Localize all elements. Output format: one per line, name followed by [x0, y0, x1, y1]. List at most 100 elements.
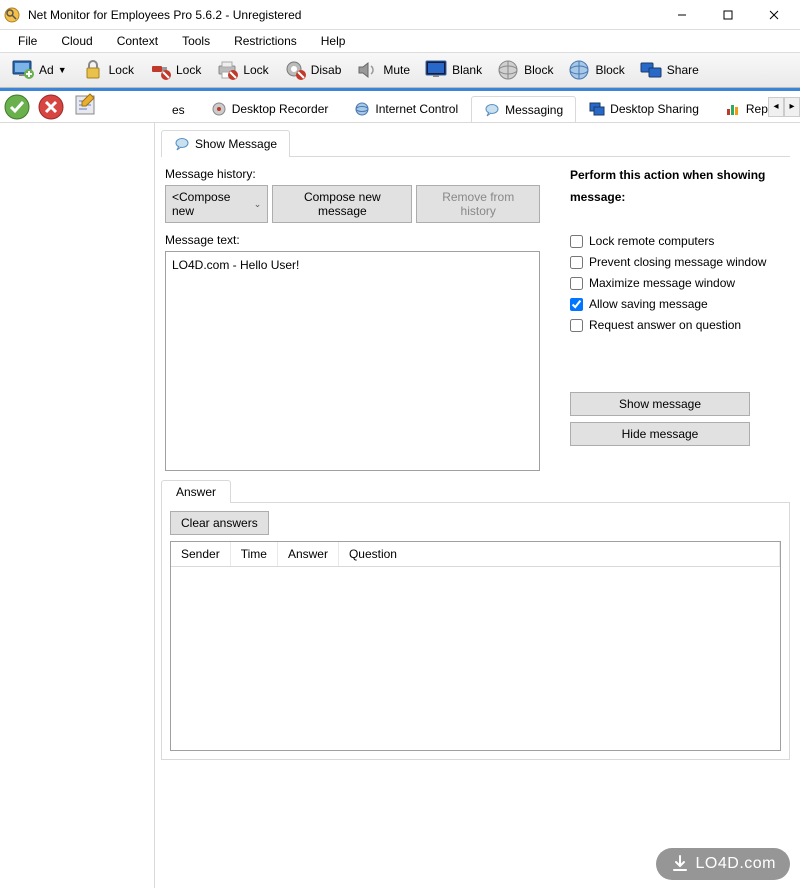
globe-block-icon [496, 58, 520, 82]
menu-context[interactable]: Context [107, 32, 168, 50]
tab-messaging-label: Messaging [505, 103, 563, 117]
tab-desktop-recorder[interactable]: Desktop Recorder [198, 95, 342, 122]
toolbar-lock1-label: Lock [109, 63, 134, 77]
tab-desktop-sharing-label: Desktop Sharing [610, 102, 699, 116]
tab-desktop-recorder-label: Desktop Recorder [232, 102, 329, 116]
tab-partial-es[interactable]: es [159, 97, 198, 122]
checkbox-request-answer-label: Request answer on question [589, 318, 741, 332]
toolbar-share-label: Share [667, 63, 699, 77]
reject-button[interactable] [38, 94, 64, 120]
sidebar [0, 123, 155, 888]
toolbar-block2[interactable]: Block [560, 55, 631, 85]
hide-message-button[interactable]: Hide message [570, 422, 750, 446]
chevron-down-icon: ⌄ [254, 199, 262, 210]
checkbox-prevent-closing[interactable] [570, 256, 583, 269]
menu-file[interactable]: File [8, 32, 47, 50]
answer-panel: Clear answers Sender Time Answer Questio… [161, 502, 790, 760]
globe-icon [354, 101, 370, 117]
tab-scroll-right[interactable]: ▸ [784, 97, 800, 117]
tab-reporting[interactable]: Reporting [712, 95, 768, 122]
column-question[interactable]: Question [339, 542, 780, 566]
menubar: File Cloud Context Tools Restrictions He… [0, 30, 800, 52]
toolbar-lock3-label: Lock [243, 63, 268, 77]
column-sender[interactable]: Sender [171, 542, 231, 566]
remove-from-history-button[interactable]: Remove from history [416, 185, 540, 223]
tab-desktop-sharing[interactable]: Desktop Sharing [576, 95, 712, 122]
toolbar: Ad ▼ Lock Lock Lock Disab Mute Blank Blo… [0, 52, 800, 88]
tab-scroll-left[interactable]: ◂ [768, 97, 784, 117]
menu-tools[interactable]: Tools [172, 32, 220, 50]
column-time[interactable]: Time [231, 542, 278, 566]
app-icon [4, 7, 20, 23]
function-tab-row: es Desktop Recorder Internet Control Mes… [0, 91, 800, 123]
message-text-input[interactable] [165, 251, 540, 471]
minimize-button[interactable] [660, 1, 704, 29]
action-heading: Perform this action when showing message… [570, 165, 790, 208]
recorder-icon [211, 101, 227, 117]
monitor-blank-icon [424, 58, 448, 82]
compose-dropdown[interactable]: <Compose new ⌄ [165, 185, 268, 223]
gear-disable-icon [283, 58, 307, 82]
toolbar-lock-printer[interactable]: Lock [208, 55, 275, 85]
toolbar-add[interactable]: Ad ▼ [4, 55, 74, 85]
monitor-add-icon [11, 58, 35, 82]
answer-table: Sender Time Answer Question [170, 541, 781, 751]
subtab-show-message[interactable]: Show Message [161, 130, 290, 157]
maximize-button[interactable] [706, 1, 750, 29]
tab-internet-control-label: Internet Control [375, 102, 458, 116]
toolbar-block1-label: Block [524, 63, 553, 77]
content-panel: Show Message Message history: <Compose n… [155, 123, 800, 888]
toolbar-blank-label: Blank [452, 63, 482, 77]
watermark: LO4D.com [656, 848, 790, 880]
compose-new-message-button[interactable]: Compose new message [272, 185, 412, 223]
toolbar-mute[interactable]: Mute [348, 55, 417, 85]
compose-dropdown-label: <Compose new [172, 190, 248, 218]
printer-lock-icon [215, 58, 239, 82]
main-area: Show Message Message history: <Compose n… [0, 123, 800, 888]
monitors-share-icon [639, 58, 663, 82]
answer-tab[interactable]: Answer [161, 480, 231, 503]
toolbar-disable-label: Disab [311, 63, 342, 77]
tab-messaging[interactable]: Messaging [471, 96, 576, 122]
speech-icon [484, 102, 500, 118]
checkbox-maximize[interactable] [570, 277, 583, 290]
checkbox-prevent-closing-label: Prevent closing message window [589, 255, 766, 269]
toolbar-share[interactable]: Share [632, 55, 706, 85]
answer-tab-label: Answer [176, 485, 216, 499]
edit-button[interactable] [72, 92, 98, 121]
padlock-icon [81, 58, 105, 82]
speech-bubble-icon [174, 136, 190, 152]
checkbox-allow-saving-label: Allow saving message [589, 297, 708, 311]
subtab-show-message-label: Show Message [195, 137, 277, 151]
column-answer[interactable]: Answer [278, 542, 339, 566]
toolbar-disable[interactable]: Disab [276, 55, 349, 85]
checkbox-lock-remote-label: Lock remote computers [589, 234, 714, 248]
toolbar-block2-label: Block [595, 63, 624, 77]
speaker-mute-icon [355, 58, 379, 82]
toolbar-mute-label: Mute [383, 63, 410, 77]
show-message-button[interactable]: Show message [570, 392, 750, 416]
toolbar-lock-padlock[interactable]: Lock [74, 55, 141, 85]
clear-answers-button[interactable]: Clear answers [170, 511, 269, 535]
tab-internet-control[interactable]: Internet Control [341, 95, 471, 122]
toolbar-block1[interactable]: Block [489, 55, 560, 85]
globe-block2-icon [567, 58, 591, 82]
toolbar-add-label: Ad [39, 63, 54, 77]
close-button[interactable] [752, 1, 796, 29]
menu-help[interactable]: Help [311, 32, 356, 50]
checkbox-allow-saving[interactable] [570, 298, 583, 311]
usb-lock-icon [148, 58, 172, 82]
checkbox-request-answer[interactable] [570, 319, 583, 332]
accept-button[interactable] [4, 94, 30, 120]
monitor-share-icon [589, 101, 605, 117]
toolbar-lock2-label: Lock [176, 63, 201, 77]
tab-reporting-label: Reporting [746, 102, 768, 116]
message-history-label: Message history: [165, 167, 540, 181]
menu-restrictions[interactable]: Restrictions [224, 32, 307, 50]
toolbar-lock-usb[interactable]: Lock [141, 55, 208, 85]
checkbox-lock-remote[interactable] [570, 235, 583, 248]
watermark-label: LO4D.com [696, 855, 776, 873]
chart-icon [725, 101, 741, 117]
toolbar-blank[interactable]: Blank [417, 55, 489, 85]
menu-cloud[interactable]: Cloud [51, 32, 102, 50]
